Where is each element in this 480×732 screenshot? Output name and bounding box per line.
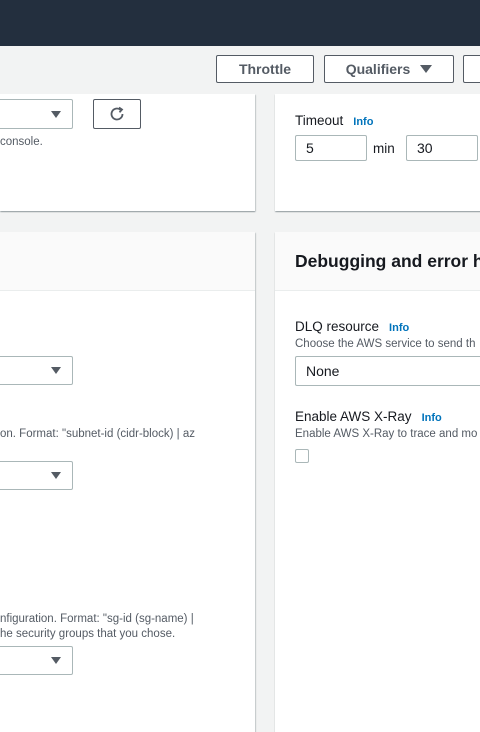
security-groups-select[interactable] <box>0 646 73 675</box>
dlq-hint-text: Choose the AWS service to send th <box>295 338 476 350</box>
existing-role-select[interactable] <box>0 99 73 129</box>
xray-checkbox[interactable] <box>295 449 309 463</box>
timeout-info-link[interactable]: Info <box>353 116 373 128</box>
actions-button-partial[interactable] <box>463 55 480 83</box>
xray-info-link[interactable]: Info <box>422 412 442 424</box>
caret-down-icon <box>51 111 61 118</box>
dlq-label-text: DLQ resource <box>295 319 380 334</box>
timeout-label-text: Timeout <box>295 113 344 128</box>
debugging-panel <box>275 232 480 732</box>
network-panel-header <box>0 232 255 291</box>
xray-label: Enable AWS X-Ray Info <box>295 409 442 424</box>
caret-down-icon <box>51 472 61 479</box>
timeout-seconds-input[interactable]: 30 <box>406 135 478 161</box>
dlq-selected-value: None <box>306 363 340 379</box>
subnets-select[interactable] <box>0 461 73 490</box>
qualifiers-button-label: Qualifiers <box>345 61 411 77</box>
dlq-resource-select[interactable]: None <box>295 356 480 386</box>
throttle-button-label: Throttle <box>238 61 292 77</box>
top-navigation-bar <box>0 0 480 46</box>
timeout-minutes-input[interactable]: 5 <box>295 135 367 161</box>
dlq-info-link[interactable]: Info <box>389 322 409 334</box>
caret-down-icon <box>51 657 61 664</box>
role-hint-text: console. <box>0 136 43 148</box>
xray-label-text: Enable AWS X-Ray <box>295 409 412 424</box>
refresh-icon <box>110 106 124 121</box>
caret-down-icon <box>420 65 433 73</box>
dlq-label: DLQ resource Info <box>295 319 409 334</box>
timeout-label: Timeout Info <box>295 113 373 128</box>
caret-down-icon <box>51 367 61 374</box>
subnet-hint-text: on. Format: "subnet-id (cidr-block) | az <box>0 428 195 440</box>
xray-hint-text: Enable AWS X-Ray to trace and mo <box>295 428 478 440</box>
security-group-hint-line1: nfiguration. Format: "sg-id (sg-name) | <box>0 613 194 625</box>
vpc-select[interactable] <box>0 356 73 385</box>
security-group-hint-line2: he security groups that you chose. <box>0 628 176 640</box>
throttle-button[interactable]: Throttle <box>216 55 314 83</box>
debugging-panel-title: Debugging and error h <box>295 251 480 271</box>
qualifiers-dropdown-button[interactable]: Qualifiers <box>324 55 454 83</box>
refresh-button[interactable] <box>93 99 141 129</box>
timeout-min-unit: min <box>373 141 395 156</box>
